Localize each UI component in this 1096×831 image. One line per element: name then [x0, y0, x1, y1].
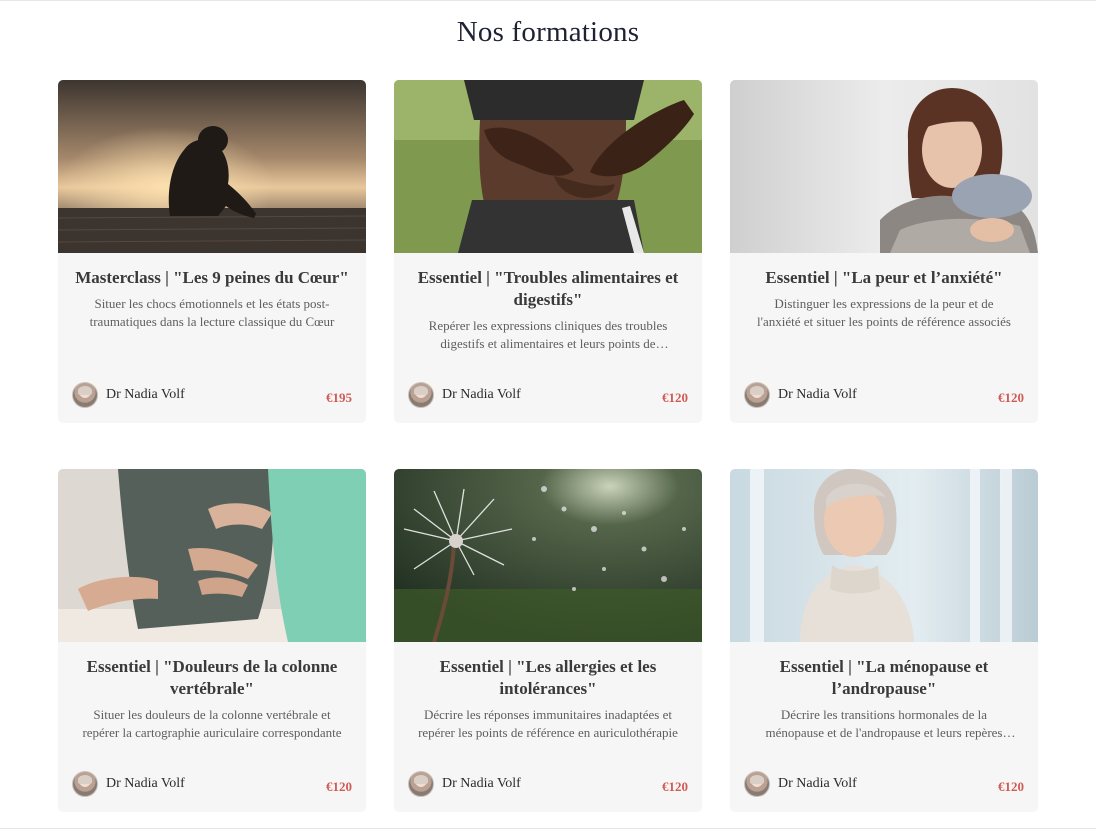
author-name: Dr Nadia Volf [778, 776, 857, 791]
top-divider [0, 0, 1096, 1]
card-title[interactable]: Essentiel | "Douleurs de la colonne vert… [74, 656, 350, 700]
anxious-woman-photo[interactable] [730, 80, 1038, 253]
price: €120 [998, 779, 1024, 794]
senior-woman-photo[interactable] [730, 469, 1038, 642]
card-title[interactable]: Essentiel | "Les allergies et les intolé… [410, 656, 686, 700]
formation-card[interactable]: Masterclass | "Les 9 peines du Cœur" Sit… [58, 80, 366, 423]
silhouette-sunset-photo[interactable] [58, 80, 366, 253]
formation-card[interactable]: Essentiel | "Troubles alimentaires et di… [394, 80, 702, 423]
author: Dr Nadia Volf [408, 771, 521, 797]
formation-card[interactable]: Essentiel | "La peur et l’anxiété" Disti… [730, 80, 1038, 423]
card-footer: Dr Nadia Volf €120 [744, 770, 1024, 798]
author: Dr Nadia Volf [72, 382, 185, 408]
author: Dr Nadia Volf [744, 382, 857, 408]
card-title[interactable]: Masterclass | "Les 9 peines du Cœur" [74, 267, 350, 289]
card-title[interactable]: Essentiel | "La peur et l’anxiété" [746, 267, 1022, 289]
price: €120 [998, 390, 1024, 405]
author-name: Dr Nadia Volf [106, 387, 185, 402]
price: €120 [662, 390, 688, 405]
price: €120 [662, 779, 688, 794]
card-description: Distinguer les expressions de la peur et… [757, 296, 1011, 329]
avatar [408, 382, 434, 408]
formation-card[interactable]: Essentiel | "La ménopause et l’andropaus… [730, 469, 1038, 812]
dandelion-photo[interactable] [394, 469, 702, 642]
bottom-divider [0, 828, 1096, 829]
author: Dr Nadia Volf [72, 771, 185, 797]
card-footer: Dr Nadia Volf €120 [408, 381, 688, 409]
card-title[interactable]: Essentiel | "Troubles alimentaires et di… [410, 267, 686, 311]
price: €195 [326, 390, 352, 405]
formations-grid: Masterclass | "Les 9 peines du Cœur" Sit… [58, 80, 1038, 812]
avatar [72, 771, 98, 797]
author-name: Dr Nadia Volf [442, 387, 521, 402]
card-description: Décrire les transitions hormonales de la… [765, 707, 1003, 740]
card-description: Situer les douleurs de la colonne vertéb… [82, 707, 342, 740]
card-footer: Dr Nadia Volf €195 [72, 381, 352, 409]
author-name: Dr Nadia Volf [106, 776, 185, 791]
formations-page: Nos formations Masterclass | "Les 9 pein… [0, 0, 1096, 831]
author-name: Dr Nadia Volf [778, 387, 857, 402]
formation-card[interactable]: Essentiel | "Les allergies et les intolé… [394, 469, 702, 812]
card-footer: Dr Nadia Volf €120 [72, 770, 352, 798]
author: Dr Nadia Volf [408, 382, 521, 408]
card-description: Décrire les réponses immunitaires inadap… [418, 707, 678, 740]
author-name: Dr Nadia Volf [442, 776, 521, 791]
avatar [744, 771, 770, 797]
avatar [408, 771, 434, 797]
price: €120 [326, 779, 352, 794]
card-footer: Dr Nadia Volf €120 [744, 381, 1024, 409]
card-description: Repérer les expressions cliniques des tr… [428, 318, 668, 351]
hands-on-belly-photo[interactable] [394, 80, 702, 253]
card-description: Situer les chocs émotionnels et les état… [89, 296, 335, 329]
formation-card[interactable]: Essentiel | "Douleurs de la colonne vert… [58, 469, 366, 812]
back-pain-photo[interactable] [58, 469, 366, 642]
avatar [744, 382, 770, 408]
author: Dr Nadia Volf [744, 771, 857, 797]
card-footer: Dr Nadia Volf €120 [408, 770, 688, 798]
card-title[interactable]: Essentiel | "La ménopause et l’andropaus… [746, 656, 1022, 700]
section-title: Nos formations [456, 16, 640, 48]
avatar [72, 382, 98, 408]
